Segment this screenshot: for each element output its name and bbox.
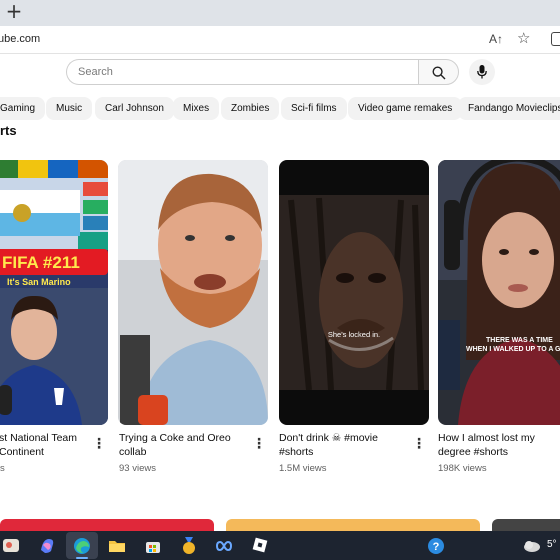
short-2-title-line2: collab xyxy=(119,446,147,458)
video-thumbnail-peek-2[interactable] xyxy=(226,519,480,531)
chip-video-game-remakes[interactable]: Video game remakes xyxy=(348,97,463,120)
svg-text:?: ? xyxy=(433,541,440,553)
short-1-image: FIFA #211 It's San Marino xyxy=(0,160,108,425)
short-3-title[interactable]: Don't drink ☠ #movie #shorts xyxy=(279,431,419,459)
shorts-section-title: orts xyxy=(0,123,17,138)
short-4-title-line1: How I almost lost my xyxy=(438,432,535,444)
short-4-title-line2: degree #shorts xyxy=(438,446,509,458)
search-placeholder: Search xyxy=(78,66,113,78)
short-3-image: She's locked in. xyxy=(279,160,429,425)
store-icon[interactable] xyxy=(143,536,163,555)
short-3-caption: She's locked in. xyxy=(328,330,380,339)
rewards-medal-icon[interactable] xyxy=(179,536,199,555)
read-aloud-icon[interactable]: A↑ xyxy=(489,32,503,46)
short-3-title-line1: Don't drink ☠ #movie xyxy=(279,432,378,444)
chip-mixes[interactable]: Mixes xyxy=(173,97,220,120)
short-3-more-icon[interactable]: ⋮ xyxy=(412,436,426,452)
video-thumbnail-peek-1[interactable] xyxy=(0,519,214,531)
roblox-icon[interactable] xyxy=(250,536,270,555)
short-3-views: 1.5M views xyxy=(279,463,327,474)
short-1-more-icon[interactable]: ⋮ xyxy=(92,436,106,452)
taskbar: ? 5° xyxy=(0,531,560,560)
short-2-title-line1: Trying a Coke and Oreo xyxy=(119,432,231,444)
file-explorer-icon[interactable] xyxy=(107,536,127,555)
chip-gaming[interactable]: Gaming xyxy=(0,97,46,120)
chip-fandango-movieclips[interactable]: Fandango Movieclips xyxy=(458,97,560,120)
address-bar: ube.com A↑ ☆ xyxy=(0,26,560,54)
short-2-views: 93 views xyxy=(119,463,156,474)
short-4-title[interactable]: How I almost lost my degree #shorts xyxy=(438,431,560,459)
short-2-title[interactable]: Trying a Coke and Oreo collab xyxy=(119,431,259,459)
widget-icon[interactable] xyxy=(1,536,21,555)
copilot-icon[interactable] xyxy=(37,536,57,555)
tab-strip: + xyxy=(0,0,560,26)
edge-sidebar-icon[interactable] xyxy=(551,32,560,46)
search-button[interactable] xyxy=(418,59,459,85)
weather-temperature: 5° xyxy=(547,539,557,550)
short-thumbnail-2[interactable] xyxy=(118,160,268,425)
short-1-views: s xyxy=(0,463,5,474)
weather-icon[interactable] xyxy=(522,536,542,555)
favorite-star-icon[interactable]: ☆ xyxy=(517,29,530,47)
new-tab-button[interactable]: + xyxy=(4,1,24,22)
taskbar-active-indicator xyxy=(76,557,88,559)
short-2-image xyxy=(118,160,268,425)
chip-carl-johnson[interactable]: Carl Johnson xyxy=(95,97,174,120)
short-3-title-line2: #shorts xyxy=(279,446,314,458)
short-1-overlay: FIFA #211 xyxy=(2,253,80,272)
short-4-views: 198K views xyxy=(438,463,487,474)
search-input[interactable]: Search xyxy=(66,59,419,85)
chip-music[interactable]: Music xyxy=(46,97,93,120)
short-2-more-icon[interactable]: ⋮ xyxy=(252,436,266,452)
url-text[interactable]: ube.com xyxy=(0,33,40,45)
chip-zombies[interactable]: Zombies xyxy=(221,97,280,120)
short-thumbnail-1[interactable]: FIFA #211 It's San Marino xyxy=(0,160,108,425)
infinity-app-icon[interactable] xyxy=(214,536,234,555)
microphone-icon xyxy=(477,65,487,79)
short-4-image: THERE WAS A TIME WHEN I WALKED UP TO A G… xyxy=(438,160,560,425)
help-icon[interactable]: ? xyxy=(426,536,446,555)
chip-sci-fi-films[interactable]: Sci-fi films xyxy=(281,97,347,120)
short-thumbnail-3[interactable]: She's locked in. xyxy=(279,160,429,425)
video-thumbnail-peek-3[interactable] xyxy=(492,519,560,531)
short-thumbnail-4[interactable]: THERE WAS A TIME WHEN I WALKED UP TO A G… xyxy=(438,160,560,425)
edge-browser-icon[interactable] xyxy=(72,536,92,555)
short-1-overlay-2: It's San Marino xyxy=(7,277,71,287)
search-icon xyxy=(432,66,446,80)
voice-search-button[interactable] xyxy=(469,59,495,85)
screen: { "browser": { "new_tab_glyph": "+", "ur… xyxy=(0,0,560,560)
